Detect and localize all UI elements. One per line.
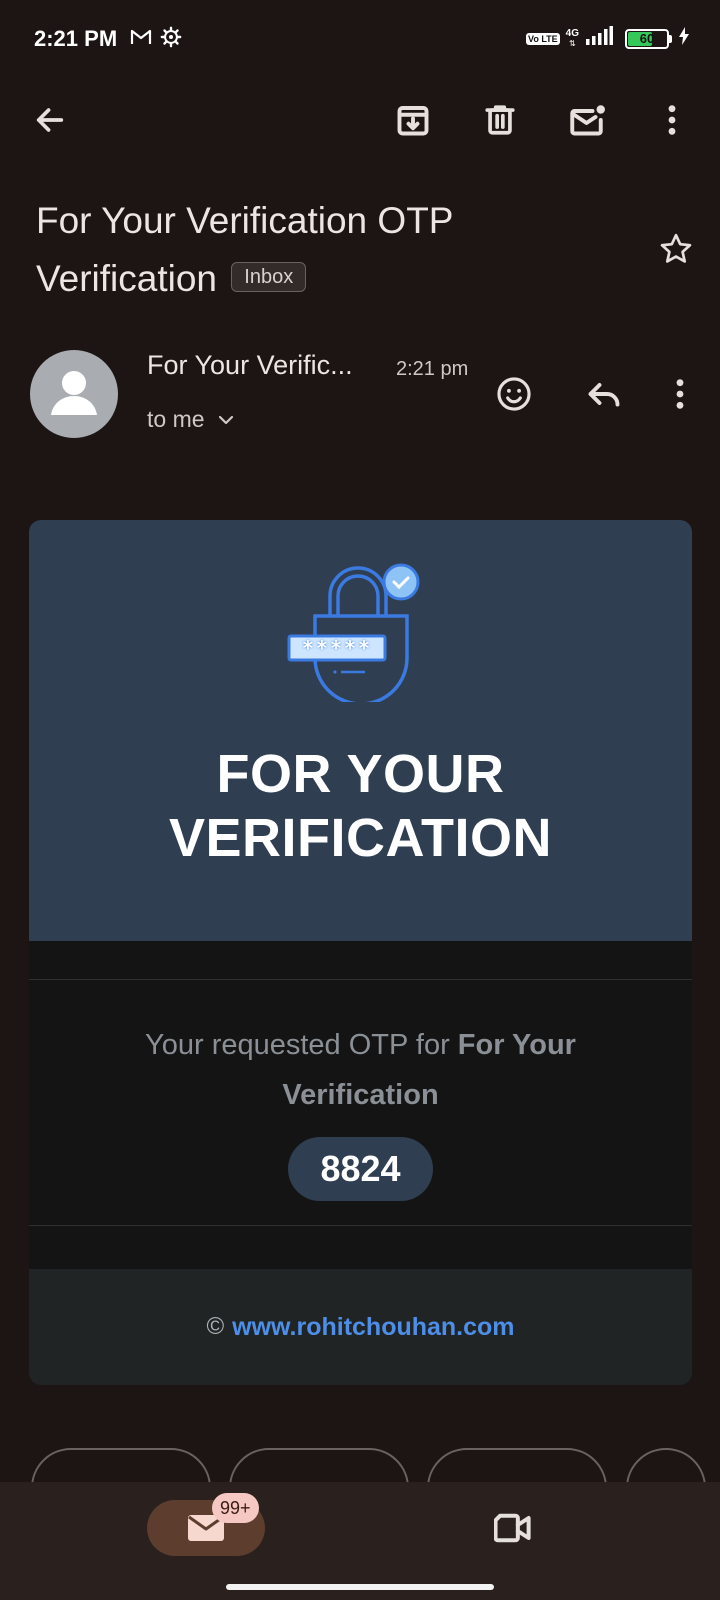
inbox-label[interactable]: Inbox <box>231 262 307 293</box>
password-mask: ***** <box>301 636 373 660</box>
person-icon <box>51 371 97 415</box>
email-body-card: ***** FOR YOUR VERIFICATION Your request… <box>29 520 692 1385</box>
network-type: 4G <box>565 27 579 39</box>
website-link[interactable]: www.rohitchouhan.com <box>232 1313 514 1342</box>
chevron-down-icon <box>218 415 233 424</box>
padlock-icon <box>287 563 420 702</box>
divider <box>29 1225 692 1226</box>
otp-message-bold-2: Verification <box>282 1079 439 1111</box>
gmail-notification-icon <box>130 28 152 51</box>
otp-message: Your requested OTP for For Your Verifica… <box>89 1020 632 1120</box>
mail-unread-icon <box>570 105 605 136</box>
battery-level: 60 <box>639 31 655 46</box>
divider <box>29 979 692 980</box>
archive-button[interactable] <box>389 96 437 144</box>
sender-name[interactable]: For Your Verific... <box>147 350 353 381</box>
otp-message-prefix: Your requested OTP for <box>145 1029 450 1061</box>
recipient-toggle[interactable]: to me <box>147 406 235 433</box>
gear-icon <box>160 26 182 53</box>
more-vertical-icon <box>668 105 676 135</box>
heading-line-1: FOR YOUR <box>216 744 505 804</box>
otp-message-bold-1: For Your <box>457 1029 576 1061</box>
trash-icon <box>485 105 515 135</box>
otp-code: 8824 <box>288 1137 433 1201</box>
data-arrows-icon: ⇅ <box>568 38 576 48</box>
avatar[interactable] <box>30 350 118 438</box>
charging-icon <box>678 26 690 51</box>
add-reaction-button[interactable] <box>490 370 538 418</box>
heading-line-2: VERIFICATION <box>169 808 552 868</box>
network-indicator: 4G ⇅ <box>565 27 579 49</box>
signal-icon <box>585 26 613 51</box>
reply-icon <box>588 383 620 407</box>
copyright-symbol: © <box>206 1313 225 1340</box>
status-left-icons <box>130 26 182 53</box>
subject-line-2: Verification <box>36 258 217 299</box>
email-hero: ***** FOR YOUR VERIFICATION <box>29 520 692 941</box>
bottom-navigation <box>0 1482 720 1600</box>
more-options-button[interactable] <box>648 96 696 144</box>
video-icon <box>494 1513 531 1543</box>
reply-button[interactable] <box>580 370 628 418</box>
battery-icon: 60 <box>625 28 672 49</box>
subject-line-1: For Your Verification OTP <box>36 200 454 241</box>
arrow-back-icon <box>36 108 64 132</box>
back-button[interactable] <box>26 96 74 144</box>
delete-button[interactable] <box>476 96 524 144</box>
email-footer: © www.rohitchouhan.com <box>29 1269 692 1385</box>
status-right: Vo LTE 4G ⇅ 60 <box>525 26 690 51</box>
more-vertical-icon <box>676 379 684 409</box>
unread-count-badge: 99+ <box>212 1493 259 1523</box>
emoji-icon <box>497 377 531 411</box>
mark-unread-button[interactable] <box>564 96 612 144</box>
home-indicator[interactable] <box>226 1584 494 1590</box>
message-more-button[interactable] <box>656 370 704 418</box>
archive-icon <box>397 106 429 136</box>
star-button[interactable] <box>652 225 700 273</box>
email-heading: FOR YOUR VERIFICATION <box>29 742 692 870</box>
nav-meet-button[interactable] <box>490 1504 538 1552</box>
email-subject: For Your Verification OTP Verification I… <box>36 192 616 308</box>
star-icon <box>660 233 692 263</box>
volte-indicator: Vo LTE <box>525 32 560 45</box>
email-time: 2:21 pm <box>396 358 469 380</box>
recipient-label: to me <box>147 406 205 432</box>
status-time: 2:21 PM <box>34 26 118 51</box>
